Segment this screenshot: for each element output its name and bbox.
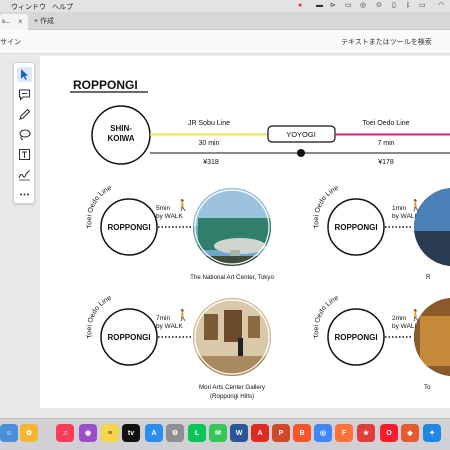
menu-window[interactable]: ウィンドウ: [11, 2, 46, 12]
station-4-destination: To: [424, 384, 431, 391]
brave-icon[interactable]: B: [293, 424, 311, 442]
station-3-name: ROPPONGI: [107, 333, 150, 342]
station-card-3: Toei Oedo Line ROPPONGI 7min by WALK 🚶 M…: [86, 295, 271, 400]
text-box-icon[interactable]: [17, 147, 32, 162]
play-icon[interactable]: ⊳: [330, 2, 336, 10]
station-3-walk-by: by WALK: [156, 323, 184, 330]
pdf-page: ROPPONGI SHIN-KOIWA JR Sobu Line 30 min …: [40, 56, 450, 408]
station-card-4: Toei Oedo Line ROPPONGI 2min by WALK 🚶 T…: [313, 295, 450, 391]
station-4-walk-min: 2min: [392, 315, 406, 322]
new-tab-button[interactable]: + 作成: [34, 16, 54, 26]
station-2-name: ROPPONGI: [334, 223, 377, 232]
app-toolbar: サイン テキストまたはツールを検索: [0, 30, 450, 54]
menu-help[interactable]: ヘルプ: [52, 2, 73, 12]
chrome-icon[interactable]: ◎: [314, 424, 332, 442]
doc-title: ROPPONGI: [73, 78, 138, 92]
safari-icon[interactable]: ✦: [423, 424, 441, 442]
pen-icon[interactable]: [17, 107, 32, 122]
podcasts-icon[interactable]: ◉: [79, 424, 97, 442]
station-1-walk-by: by WALK: [156, 213, 184, 220]
station-3-destination-sub: (Roppongi Hills): [210, 393, 254, 400]
leg1-fare: ¥318: [203, 159, 219, 166]
wifi-icon[interactable]: ◠: [438, 2, 444, 10]
document-tab[interactable]: s... ×: [0, 14, 28, 30]
lasso-icon[interactable]: [17, 127, 32, 142]
screen: { "menubar": {"window": "ウィンドウ", "help":…: [0, 0, 450, 450]
tools-panel: [13, 62, 35, 204]
leg2-fare: ¥178: [378, 159, 394, 166]
leg1-time: 30 min: [198, 140, 219, 147]
select-arrow-icon[interactable]: [17, 67, 32, 82]
music-icon[interactable]: ♫: [56, 424, 74, 442]
photos-icon[interactable]: ✿: [20, 424, 38, 442]
system-settings-icon[interactable]: ⚙: [166, 424, 184, 442]
comment-icon[interactable]: [17, 87, 32, 102]
bluetooth-icon[interactable]: ᛒ: [406, 2, 410, 10]
word-icon[interactable]: W: [230, 424, 248, 442]
tab-bar: s... × + 作成: [0, 12, 450, 30]
cast-icon[interactable]: ▭: [345, 2, 352, 10]
notes-icon[interactable]: ≡: [101, 424, 119, 442]
station-4-photo: [414, 298, 450, 376]
reeder-icon[interactable]: ★: [357, 424, 375, 442]
national-art-center-photo: [193, 188, 271, 266]
station-1-walk-min: 5min: [156, 205, 170, 212]
acrobat-icon[interactable]: A: [251, 424, 269, 442]
station-2-photo: [414, 188, 450, 266]
compass-icon[interactable]: ◎: [360, 2, 366, 10]
dock: ☺ ✿ ♫ ◉ ≡ tv A ⚙ L ✉ W A P B ◎ F ★ O ◆ ✦: [0, 418, 450, 450]
powerpoint-icon[interactable]: P: [272, 424, 290, 442]
close-tab-icon[interactable]: ×: [18, 14, 23, 30]
leg2-time: 7 min: [377, 140, 394, 147]
battery-icon[interactable]: ▭: [419, 2, 426, 10]
station-card-1: Toei Oedo Line ROPPONGI 5min by WALK 🚶 T…: [86, 185, 274, 281]
app-icon[interactable]: ◆: [401, 424, 419, 442]
messages-icon[interactable]: ✉: [209, 424, 227, 442]
tab-label: s...: [2, 19, 11, 25]
transfer-station-name: YOYOGI: [286, 130, 316, 139]
leg1-line: JR Sobu Line: [188, 120, 230, 127]
station-3-destination: Mori Arts Center Gallery: [199, 384, 266, 391]
station-1-destination: The National Art Center, Tokyo: [190, 274, 274, 281]
mori-arts-gallery-photo: [193, 298, 271, 376]
more-icon[interactable]: [17, 187, 32, 202]
plus-icon: +: [34, 18, 39, 25]
signature-icon[interactable]: [17, 167, 32, 182]
station-2-destination: R: [426, 274, 431, 281]
toolbar-icon[interactable]: ▬: [316, 2, 323, 10]
station-2-walk-min: 1min: [392, 205, 406, 212]
tv-icon[interactable]: tv: [122, 424, 140, 442]
leg2-line: Toei Oedo Line: [362, 120, 409, 127]
station-3-walk-min: 7min: [156, 315, 170, 322]
station-1-name: ROPPONGI: [107, 223, 150, 232]
tool-search[interactable]: テキストまたはツールを検索: [341, 37, 432, 47]
opera-icon[interactable]: O: [380, 424, 398, 442]
menu-bar: ウィンドウ ヘルプ ● ▬ ⊳ ▭ ◎ ⊙ ▯ ᛒ ▭ ◠: [0, 0, 450, 12]
record-icon[interactable]: ⊙: [376, 2, 382, 10]
sign-menu[interactable]: サイン: [0, 37, 21, 47]
new-tab-label: 作成: [40, 18, 55, 25]
origin-station-name: SHIN-KOIWA: [107, 124, 134, 143]
station-card-2: Toei Oedo Line ROPPONGI 1min by WALK 🚶 R: [313, 185, 450, 281]
walking-person-icon: 🚶: [176, 199, 190, 212]
finder-icon[interactable]: ☺: [0, 424, 18, 442]
station-4-name: ROPPONGI: [334, 333, 377, 342]
app-store-icon[interactable]: A: [145, 424, 163, 442]
firefox-icon[interactable]: F: [335, 424, 353, 442]
menu-extra-icon[interactable]: ▯: [392, 2, 396, 10]
walking-person-icon: 🚶: [176, 309, 190, 322]
cc-icon[interactable]: ●: [298, 2, 302, 10]
line-icon[interactable]: L: [188, 424, 206, 442]
page-content: ROPPONGI SHIN-KOIWA JR Sobu Line 30 min …: [70, 78, 450, 400]
